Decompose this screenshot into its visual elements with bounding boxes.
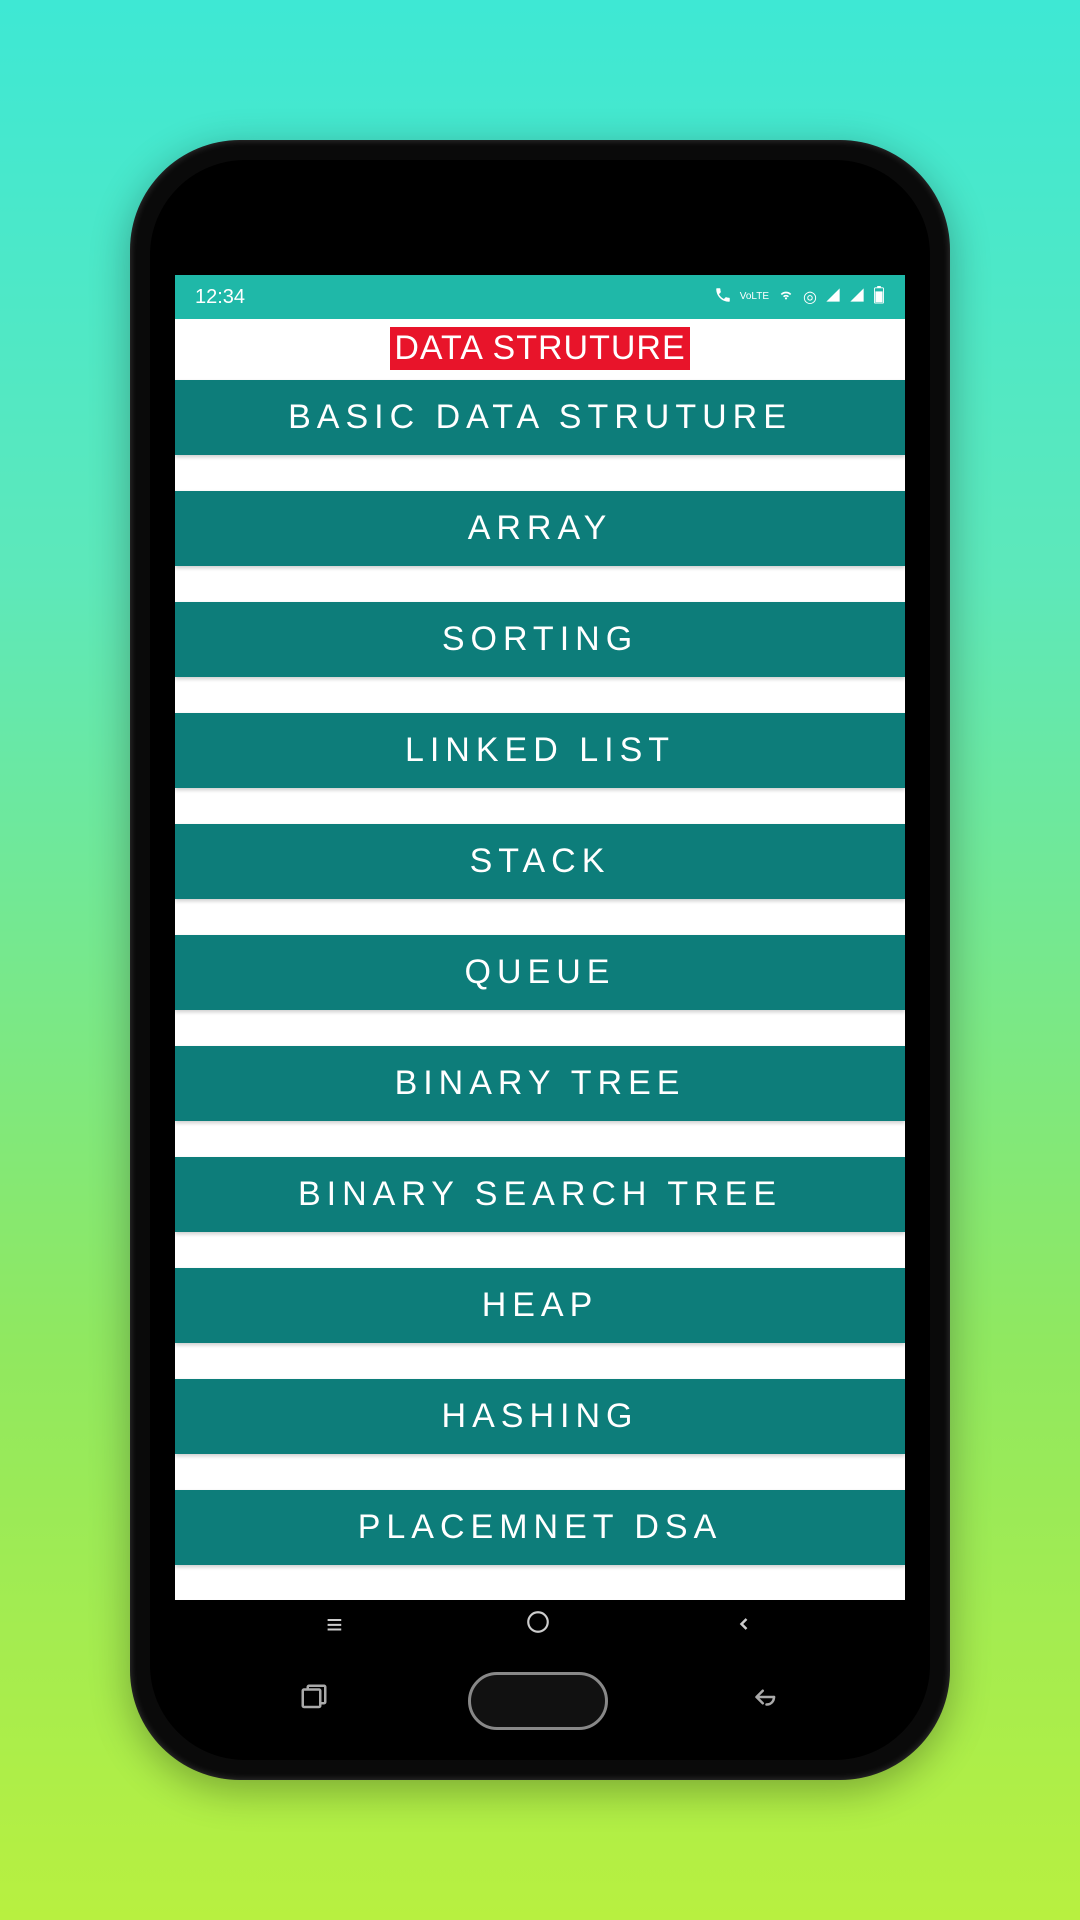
menu-list[interactable]: BASIC DATA STRUTURE ARRAY SORTING LINKED… [175, 380, 905, 1600]
menu-item-bst[interactable]: BINARY SEARCH TREE [175, 1157, 905, 1232]
menu-label: PLACEMNET DSA [358, 1508, 723, 1546]
menu-item-queue[interactable]: QUEUE [175, 935, 905, 1010]
menu-item-hashing[interactable]: HASHING [175, 1379, 905, 1454]
hotspot-icon: ◎ [803, 287, 817, 307]
menu-label: LINKED LIST [405, 731, 675, 769]
content-area: DATA STRUTURE BASIC DATA STRUTURE ARRAY … [175, 319, 905, 1600]
lte-icon: VoLTE [740, 292, 769, 302]
signal-icon-2 [849, 287, 865, 308]
hw-recent-icon[interactable] [299, 1682, 329, 1720]
menu-label: BASIC DATA STRUTURE [288, 398, 792, 436]
status-bar: 12:34 VoLTE ◎ [175, 275, 905, 319]
phone-inner: 12:34 VoLTE ◎ [150, 160, 930, 1760]
status-time: 12:34 [195, 286, 245, 309]
call-icon [714, 286, 732, 309]
nav-home-icon[interactable] [525, 1609, 551, 1642]
page-title: DATA STRUTURE [390, 327, 689, 370]
nav-menu-icon[interactable]: ≡ [326, 1609, 342, 1641]
menu-label: ARRAY [468, 509, 613, 547]
app-screen: 12:34 VoLTE ◎ [175, 275, 905, 1650]
battery-icon [873, 286, 885, 309]
menu-label: HEAP [482, 1286, 599, 1324]
menu-item-placement-dsa[interactable]: PLACEMNET DSA [175, 1490, 905, 1565]
title-banner: DATA STRUTURE [175, 319, 905, 380]
menu-item-heap[interactable]: HEAP [175, 1268, 905, 1343]
hardware-buttons [150, 1672, 930, 1730]
nav-back-icon[interactable] [734, 1609, 754, 1641]
phone-frame: 12:34 VoLTE ◎ [130, 140, 950, 1780]
menu-label: BINARY TREE [395, 1064, 686, 1102]
menu-item-basic[interactable]: BASIC DATA STRUTURE [175, 380, 905, 455]
menu-label: STACK [470, 842, 611, 880]
android-nav-bar: ≡ [175, 1600, 905, 1650]
menu-item-stack[interactable]: STACK [175, 824, 905, 899]
menu-label: QUEUE [465, 953, 616, 991]
hw-back-icon[interactable] [747, 1682, 781, 1720]
status-icons: VoLTE ◎ [714, 286, 885, 309]
signal-icon-1 [825, 287, 841, 308]
wifi-icon [777, 286, 795, 309]
menu-label: BINARY SEARCH TREE [298, 1175, 782, 1213]
menu-label: HASHING [442, 1397, 639, 1435]
menu-item-linked-list[interactable]: LINKED LIST [175, 713, 905, 788]
hw-home-button[interactable] [468, 1672, 608, 1730]
menu-item-array[interactable]: ARRAY [175, 491, 905, 566]
menu-item-sorting[interactable]: SORTING [175, 602, 905, 677]
menu-item-binary-tree[interactable]: BINARY TREE [175, 1046, 905, 1121]
menu-label: SORTING [442, 620, 638, 658]
